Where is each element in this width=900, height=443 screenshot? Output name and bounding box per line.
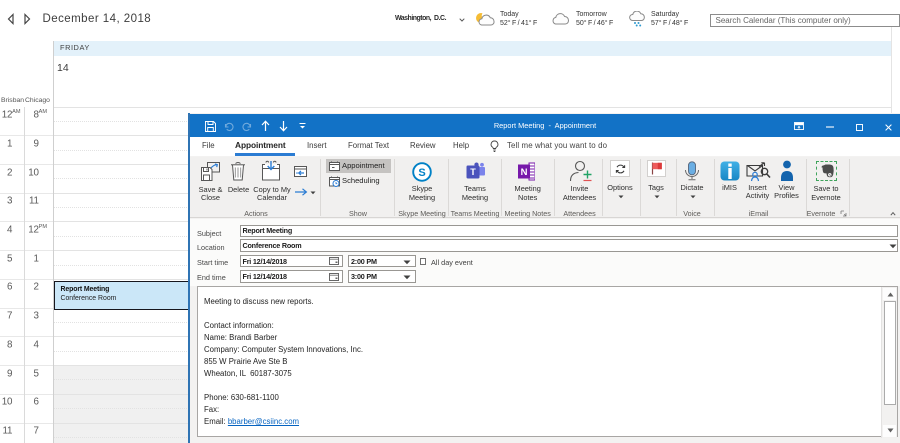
svg-text:T: T	[470, 167, 476, 177]
svg-text:S: S	[418, 167, 425, 179]
svg-text:N: N	[521, 167, 528, 178]
